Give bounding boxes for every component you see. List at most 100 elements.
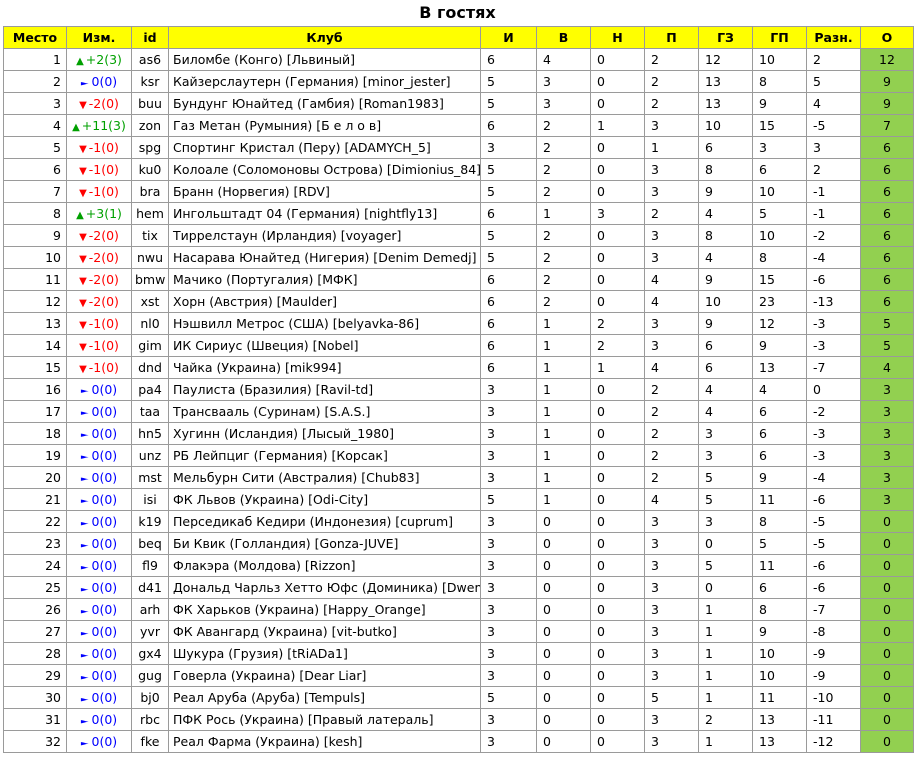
table-row: 24 ► 0(0) fl9 Флакэра (Молдова) [Rizzon] 3 0 0 3… (3, 554, 914, 577)
club-cell[interactable]: Говерла (Украина) [Dear Liar] (168, 664, 481, 687)
change-cell: ► 0(0) (66, 664, 132, 687)
goal-diff-cell: -9 (806, 664, 861, 687)
club-cell[interactable]: Трансвааль (Суринам) [S.A.S.] (168, 400, 481, 423)
club-cell[interactable]: ФК Авангард (Украина) [vit-butko] (168, 620, 481, 643)
arrow-right-icon: ► (80, 695, 89, 704)
goals-against-cell: 12 (752, 312, 807, 335)
club-cell[interactable]: ФК Харьков (Украина) [Happy_Orange] (168, 598, 481, 621)
wins-cell: 2 (536, 246, 591, 269)
goal-diff-cell: -6 (806, 488, 861, 511)
col-header-wins[interactable]: В (536, 26, 591, 49)
col-header-points[interactable]: О (860, 26, 914, 49)
club-cell[interactable]: Шукура (Грузия) [tRiADa1] (168, 642, 481, 665)
club-cell[interactable]: Мачико (Португалия) [МФК] (168, 268, 481, 291)
club-cell[interactable]: РБ Лейпциг (Германия) [Корсак] (168, 444, 481, 467)
goals-against-cell: 23 (752, 290, 807, 313)
club-cell[interactable]: Колоале (Соломоновы Острова) [Dimionius_… (168, 158, 481, 181)
club-cell[interactable]: Газ Метан (Румыния) [Б е л о в] (168, 114, 481, 137)
draws-cell: 0 (590, 92, 645, 115)
club-cell[interactable]: Ингольштадт 04 (Германия) [nightfly13] (168, 202, 481, 225)
losses-cell: 2 (644, 48, 699, 71)
games-cell: 5 (480, 180, 537, 203)
wins-cell: 2 (536, 136, 591, 159)
club-cell[interactable]: Бундунг Юнайтед (Гамбия) [Roman1983] (168, 92, 481, 115)
club-cell[interactable]: Би Квик (Голландия) [Gonza-JUVE] (168, 532, 481, 555)
points-cell: 3 (860, 400, 914, 423)
col-header-place[interactable]: Место (3, 26, 67, 49)
wins-cell: 0 (536, 686, 591, 709)
club-cell[interactable]: Перседикаб Кедири (Индонезия) [cuprum] (168, 510, 481, 533)
draws-cell: 0 (590, 642, 645, 665)
goal-diff-cell: -12 (806, 730, 861, 753)
club-cell[interactable]: Хугинн (Исландия) [Лысый_1980] (168, 422, 481, 445)
club-cell[interactable]: Нэшвилл Метрос (США) [belyavka-86] (168, 312, 481, 335)
losses-cell: 3 (644, 114, 699, 137)
col-header-draws[interactable]: Н (590, 26, 645, 49)
table-row: 13 ▼ -1(0) nl0 Нэшвилл Метрос (США) [belyavk… (3, 312, 914, 335)
games-cell: 3 (480, 444, 537, 467)
goals-for-cell: 0 (698, 576, 753, 599)
club-cell[interactable]: Мельбурн Сити (Австралия) [Chub83] (168, 466, 481, 489)
col-header-club[interactable]: Клуб (168, 26, 481, 49)
draws-cell: 0 (590, 268, 645, 291)
club-cell[interactable]: ПФК Рось (Украина) [Правый латераль] (168, 708, 481, 731)
goals-for-cell: 6 (698, 334, 753, 357)
goals-for-cell: 4 (698, 400, 753, 423)
club-cell[interactable]: Чайка (Украина) [mik994] (168, 356, 481, 379)
games-cell: 3 (480, 642, 537, 665)
goals-for-cell: 1 (698, 598, 753, 621)
goals-against-cell: 6 (752, 422, 807, 445)
club-cell[interactable]: Флакэра (Молдова) [Rizzon] (168, 554, 481, 577)
change-cell: ▼ -1(0) (66, 334, 132, 357)
points-cell: 6 (860, 180, 914, 203)
goals-against-cell: 8 (752, 70, 807, 93)
col-header-goals-for[interactable]: ГЗ (698, 26, 753, 49)
wins-cell: 0 (536, 642, 591, 665)
games-cell: 3 (480, 466, 537, 489)
change-value: -1(0) (88, 184, 119, 199)
team-id-cell: nl0 (131, 312, 169, 335)
goals-against-cell: 10 (752, 664, 807, 687)
games-cell: 6 (480, 202, 537, 225)
col-header-goal-diff[interactable]: Разн. (806, 26, 861, 49)
place-cell: 18 (3, 422, 67, 445)
club-cell[interactable]: Хорн (Австрия) [Maulder] (168, 290, 481, 313)
goal-diff-cell: -4 (806, 246, 861, 269)
col-header-goals-against[interactable]: ГП (752, 26, 807, 49)
club-cell[interactable]: Тиррелстаун (Ирландия) [voyager] (168, 224, 481, 247)
goals-against-cell: 13 (752, 730, 807, 753)
team-id-cell: zon (131, 114, 169, 137)
goals-against-cell: 11 (752, 488, 807, 511)
col-header-games[interactable]: И (480, 26, 537, 49)
goals-for-cell: 1 (698, 620, 753, 643)
col-header-losses[interactable]: П (644, 26, 699, 49)
change-value: -2(0) (88, 272, 119, 287)
col-header-change[interactable]: Изм. (66, 26, 132, 49)
place-cell: 1 (3, 48, 67, 71)
club-cell[interactable]: Спортинг Кристал (Перу) [ADAMYCH_5] (168, 136, 481, 159)
club-cell[interactable]: Кайзерслаутерн (Германия) [minor_jester] (168, 70, 481, 93)
club-cell[interactable]: Дональд Чарльз Хетто Юфс (Доминика) [Dwe… (168, 576, 481, 599)
club-cell[interactable]: Биломбе (Конго) [Львиный] (168, 48, 481, 71)
goal-diff-cell: 0 (806, 378, 861, 401)
club-cell[interactable]: Паулиста (Бразилия) [Ravil-td] (168, 378, 481, 401)
games-cell: 6 (480, 356, 537, 379)
draws-cell: 0 (590, 554, 645, 577)
club-cell[interactable]: Реал Фарма (Украина) [kesh] (168, 730, 481, 753)
club-cell[interactable]: ФК Львов (Украина) [Odi-City] (168, 488, 481, 511)
change-cell: ▼ -2(0) (66, 268, 132, 291)
club-cell[interactable]: Насарава Юнайтед (Нигерия) [Denim Demedj… (168, 246, 481, 269)
losses-cell: 3 (644, 554, 699, 577)
place-cell: 9 (3, 224, 67, 247)
goal-diff-cell: -5 (806, 114, 861, 137)
goals-against-cell: 6 (752, 158, 807, 181)
change-cell: ► 0(0) (66, 400, 132, 423)
place-cell: 17 (3, 400, 67, 423)
change-value: 0(0) (91, 690, 118, 705)
wins-cell: 2 (536, 158, 591, 181)
col-header-id[interactable]: id (131, 26, 169, 49)
club-cell[interactable]: ИК Сириус (Швеция) [Nobel] (168, 334, 481, 357)
club-cell[interactable]: Реал Аруба (Аруба) [Tempuls] (168, 686, 481, 709)
club-cell[interactable]: Бранн (Норвегия) [RDV] (168, 180, 481, 203)
team-id-cell: as6 (131, 48, 169, 71)
